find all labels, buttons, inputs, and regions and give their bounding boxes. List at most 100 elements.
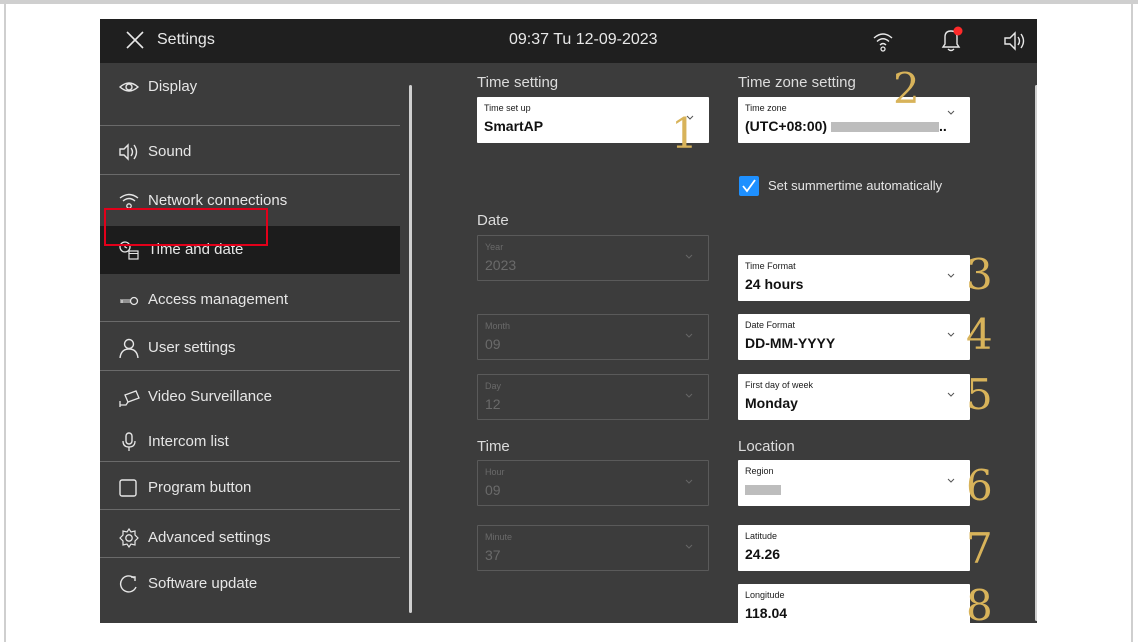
frame-right-border <box>1131 4 1133 642</box>
sidebar-item-label: Advanced settings <box>148 529 271 546</box>
section-heading-location: Location <box>738 438 795 455</box>
sidebar-item-label: Video Surveillance <box>148 388 272 405</box>
longitude-field[interactable]: Longitude 118.04 <box>738 584 970 623</box>
time-date-panel: Time setting Time zone setting Time set … <box>418 63 1037 623</box>
camera-icon <box>119 390 140 407</box>
callout-number: 1 <box>671 109 698 158</box>
device-screen: Settings 09:37 Tu 12-09-2023 Display Sou… <box>100 19 1037 623</box>
sidebar-item-intercom-list[interactable]: Intercom list <box>100 418 400 466</box>
highlight-box <box>104 208 268 246</box>
frame-top-border <box>0 0 1138 4</box>
square-icon <box>119 479 137 497</box>
redacted-text <box>830 122 939 133</box>
callout-number: 8 <box>966 581 993 624</box>
divider <box>100 461 400 462</box>
field-value: 118.04 <box>745 605 788 621</box>
chevron-down-icon <box>685 254 693 259</box>
sidebar-item-display[interactable]: Display <box>100 63 400 111</box>
divider <box>100 321 400 322</box>
sidebar-item-label: Access management <box>148 291 289 308</box>
callout-number: 4 <box>966 310 993 359</box>
divider <box>100 509 400 510</box>
sidebar-item-label: Display <box>148 78 198 95</box>
callout-number: 3 <box>966 250 993 299</box>
field-value: 2023 <box>485 257 517 273</box>
field-caption: Month <box>485 321 511 331</box>
field-value: DD-MM-YYYY <box>745 335 836 351</box>
time-zone-offset: (UTC+08:00) <box>745 118 828 134</box>
field-caption: Hour <box>485 467 505 477</box>
datetime-display: 09:37 Tu 12-09-2023 <box>509 31 658 48</box>
chevron-down-icon <box>947 110 955 115</box>
sidebar-item-user-settings[interactable]: User settings <box>100 324 400 372</box>
month-field: Month 09 <box>477 314 709 360</box>
field-value: 09 <box>485 482 501 498</box>
latitude-field[interactable]: Latitude 24.26 <box>738 525 970 571</box>
year-field: Year 2023 <box>477 235 709 281</box>
chevron-down-icon <box>947 478 955 483</box>
content-scrollbar[interactable] <box>1035 85 1037 621</box>
section-heading-date: Date <box>477 212 509 229</box>
sidebar-item-label: Software update <box>148 575 258 592</box>
first-day-of-week-select[interactable]: First day of week Monday <box>738 374 970 420</box>
chevron-down-icon <box>947 332 955 337</box>
field-value: 24 hours <box>745 276 804 292</box>
section-heading-time-setting: Time setting <box>477 74 559 91</box>
redacted-text <box>745 485 781 496</box>
gear-icon <box>119 528 139 548</box>
region-select[interactable]: Region <box>738 460 970 506</box>
field-value: 12 <box>485 396 501 412</box>
date-format-select[interactable]: Date Format DD-MM-YYYY <box>738 314 970 360</box>
field-caption: Minute <box>485 532 513 542</box>
close-icon[interactable] <box>124 29 146 51</box>
field-caption: Time Format <box>745 261 796 271</box>
summertime-label: Set summertime automatically <box>768 178 943 193</box>
notification-bell-icon[interactable] <box>938 26 964 54</box>
update-icon <box>119 575 137 593</box>
user-icon <box>119 338 139 358</box>
sidebar-item-advanced-settings[interactable]: Advanced settings <box>100 514 400 562</box>
speaker-icon <box>119 143 138 161</box>
field-caption: Time zone <box>745 103 787 113</box>
chevron-down-icon <box>685 333 693 338</box>
callout-number: 6 <box>966 461 993 510</box>
field-caption: Day <box>485 381 502 391</box>
sidebar-scrollbar[interactable] <box>409 85 412 613</box>
day-field: Day 12 <box>477 374 709 420</box>
chevron-down-icon <box>947 273 955 278</box>
field-caption: Year <box>485 242 504 252</box>
section-heading-time: Time <box>477 438 510 455</box>
sidebar-item-access-management[interactable]: Access management <box>100 276 400 324</box>
field-value: SmartAP <box>484 118 544 134</box>
field-value: Monday <box>745 395 798 411</box>
field-value: (UTC+08:00) .. <box>745 118 947 134</box>
divider <box>100 557 400 558</box>
callout-number: 2 <box>893 64 920 113</box>
microphone-icon <box>122 432 136 451</box>
frame-left-border <box>4 4 6 642</box>
sidebar-item-software-update[interactable]: Software update <box>100 560 400 608</box>
sidebar-item-sound[interactable]: Sound <box>100 128 400 176</box>
speaker-icon[interactable] <box>1002 30 1026 52</box>
time-zone-select[interactable]: Time zone (UTC+08:00) .. <box>738 97 970 143</box>
divider <box>100 125 400 126</box>
sidebar-item-program-button[interactable]: Program button <box>100 464 400 512</box>
summertime-checkbox[interactable] <box>739 176 759 196</box>
divider <box>100 370 400 371</box>
sidebar-item-label: User settings <box>148 339 236 356</box>
field-value <box>745 481 781 497</box>
minute-field: Minute 37 <box>477 525 709 571</box>
key-icon <box>120 296 139 306</box>
sidebar-item-video-surveillance[interactable]: Video Surveillance <box>100 373 400 421</box>
field-caption: Longitude <box>745 590 785 600</box>
sidebar-item-label: Program button <box>148 479 252 496</box>
time-format-select[interactable]: Time Format 24 hours <box>738 255 970 301</box>
hour-field: Hour 09 <box>477 460 709 506</box>
chevron-down-icon <box>685 479 693 484</box>
chevron-down-icon <box>685 393 693 398</box>
field-caption: Time set up <box>484 103 531 113</box>
field-caption: Date Format <box>745 320 796 330</box>
field-value: 24.26 <box>745 546 781 562</box>
divider <box>100 174 400 175</box>
eye-icon <box>118 82 140 92</box>
